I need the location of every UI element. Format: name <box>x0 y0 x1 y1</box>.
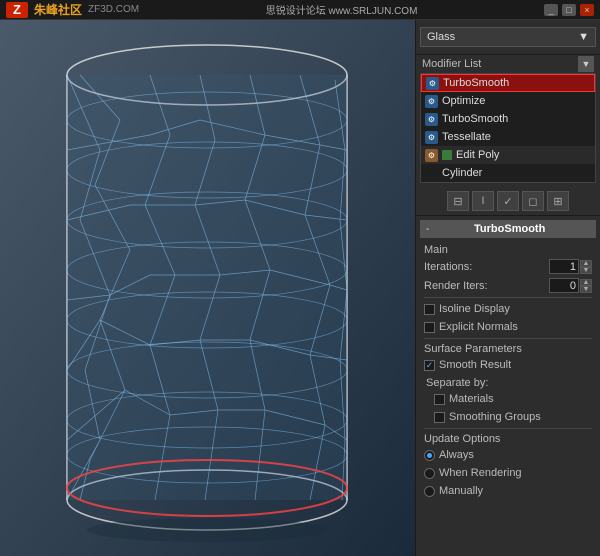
iterations-up[interactable]: ▲ <box>580 260 592 267</box>
viewport: Perspective <box>0 20 415 556</box>
render-iters-up[interactable]: ▲ <box>580 279 592 286</box>
manually-label: Manually <box>439 485 483 497</box>
modifier-label-optimize: Optimize <box>442 95 485 107</box>
modifier-item-turbosmooth1[interactable]: ⚙ TurboSmooth <box>421 74 595 92</box>
mod-icon-editpoly: ⚙ <box>425 149 438 162</box>
manually-radio[interactable] <box>424 486 435 497</box>
divider-3 <box>424 428 592 429</box>
viewport-3d: Perspective <box>0 20 415 556</box>
explicit-normals-row: Explicit Normals <box>424 319 592 335</box>
glass-section: Glass ▼ <box>416 20 600 55</box>
main-section-label: Main <box>424 244 592 256</box>
modifier-list-label: Modifier List <box>422 58 481 70</box>
materials-row: Materials <box>434 391 592 407</box>
forum-info: 思锐设计论坛 www.SRLJUN.COM <box>266 2 418 17</box>
render-iters-row: Render Iters: ▲ ▼ <box>424 277 592 294</box>
smooth-result-checkbox[interactable] <box>424 360 435 371</box>
modifier-label-cylinder: Cylinder <box>442 167 482 179</box>
toolbar-icon-4[interactable]: ◻ <box>522 191 544 211</box>
modifier-item-editpoly[interactable]: ⚙ Edit Poly <box>421 146 595 164</box>
always-radio[interactable] <box>424 450 435 461</box>
modifier-item-cylinder[interactable]: Cylinder <box>421 164 595 182</box>
toolbar-icon-2[interactable]: I <box>472 191 494 211</box>
surface-params-label: Surface Parameters <box>424 343 592 355</box>
glass-label: Glass <box>427 31 455 43</box>
iterations-field[interactable] <box>549 259 579 274</box>
turbosmooth-panel-header[interactable]: - TurboSmooth <box>420 220 596 238</box>
modifier-label-turbosmooth1: TurboSmooth <box>443 77 509 89</box>
when-rendering-label: When Rendering <box>439 467 522 479</box>
smoothing-groups-checkbox[interactable] <box>434 412 445 423</box>
mod-icon-tessellate: ⚙ <box>425 131 438 144</box>
editpoly-checkbox[interactable] <box>442 150 452 160</box>
when-rendering-row: When Rendering <box>424 465 592 481</box>
iterations-label: Iterations: <box>424 261 472 273</box>
toolbar-icon-5[interactable]: ⊞ <box>547 191 569 211</box>
modifier-label-turbosmooth2: TurboSmooth <box>442 113 508 125</box>
wireframe-svg <box>0 20 415 556</box>
close-button[interactable]: × <box>580 4 594 16</box>
isoline-label: Isoline Display <box>439 303 510 315</box>
mod-icon-turbosmooth1: ⚙ <box>426 77 439 90</box>
modifier-item-optimize[interactable]: ⚙ Optimize <box>421 92 595 110</box>
mod-icon-optimize: ⚙ <box>425 95 438 108</box>
main-content: Perspective <box>0 20 600 556</box>
isoline-row: Isoline Display <box>424 301 592 317</box>
isoline-checkbox[interactable] <box>424 304 435 315</box>
top-bar: Z 朱峰社区 ZF3D.COM 思锐设计论坛 www.SRLJUN.COM _ … <box>0 0 600 20</box>
toolbar-icon-3[interactable]: ✓ <box>497 191 519 211</box>
manually-row: Manually <box>424 483 592 499</box>
smooth-result-row: Smooth Result <box>424 357 592 373</box>
when-rendering-radio[interactable] <box>424 468 435 479</box>
iterations-down[interactable]: ▼ <box>580 267 592 274</box>
iterations-input-group: ▲ ▼ <box>549 259 592 274</box>
logo-z: Z <box>6 2 28 18</box>
minimize-button[interactable]: _ <box>544 4 558 16</box>
turbosmooth-panel-body: Main Iterations: ▲ ▼ Render Iters: <box>416 240 600 507</box>
update-options-label: Update Options <box>424 433 592 445</box>
materials-checkbox[interactable] <box>434 394 445 405</box>
site-url: ZF3D.COM <box>88 4 139 15</box>
toolbar-icon-1[interactable]: ⊟ <box>447 191 469 211</box>
always-label: Always <box>439 449 474 461</box>
right-panel: Glass ▼ Modifier List ▼ ⚙ TurboSmooth ⚙ … <box>415 20 600 556</box>
ts-title: TurboSmooth <box>429 223 590 235</box>
modifier-label-tessellate: Tessellate <box>442 131 491 143</box>
smoothing-groups-label: Smoothing Groups <box>449 411 541 423</box>
mod-icon-turbosmooth2: ⚙ <box>425 113 438 126</box>
render-iters-field[interactable] <box>549 278 579 293</box>
modifier-list-dropdown-arrow[interactable]: ▼ <box>578 56 594 72</box>
divider-1 <box>424 297 592 298</box>
window-controls: _ □ × <box>544 4 594 16</box>
smooth-result-label: Smooth Result <box>439 359 511 371</box>
always-row: Always <box>424 447 592 463</box>
modifier-toolbar: ⊟ I ✓ ◻ ⊞ <box>416 187 600 216</box>
modifier-item-turbosmooth2[interactable]: ⚙ TurboSmooth <box>421 110 595 128</box>
iterations-row: Iterations: ▲ ▼ <box>424 258 592 275</box>
render-iters-spin: ▲ ▼ <box>580 279 592 293</box>
glass-dropdown-arrow: ▼ <box>578 31 589 43</box>
modifier-label-editpoly: Edit Poly <box>456 149 499 161</box>
smoothing-groups-row: Smoothing Groups <box>434 409 592 425</box>
divider-2 <box>424 338 592 339</box>
modifier-list-header: Modifier List ▼ <box>416 55 600 73</box>
render-iters-label: Render Iters: <box>424 280 488 292</box>
separate-by-label: Separate by: <box>426 377 592 389</box>
top-bar-left: Z 朱峰社区 ZF3D.COM <box>6 1 139 18</box>
iterations-spin: ▲ ▼ <box>580 260 592 274</box>
explicit-normals-checkbox[interactable] <box>424 322 435 333</box>
materials-label: Materials <box>449 393 494 405</box>
site-name: 朱峰社区 <box>34 1 82 18</box>
explicit-normals-label: Explicit Normals <box>439 321 518 333</box>
maximize-button[interactable]: □ <box>562 4 576 16</box>
modifier-items-list: ⚙ TurboSmooth ⚙ Optimize ⚙ TurboSmooth ⚙… <box>420 73 596 183</box>
render-iters-input-group: ▲ ▼ <box>549 278 592 293</box>
glass-dropdown[interactable]: Glass ▼ <box>420 27 596 47</box>
render-iters-down[interactable]: ▼ <box>580 286 592 293</box>
modifier-item-tessellate[interactable]: ⚙ Tessellate <box>421 128 595 146</box>
